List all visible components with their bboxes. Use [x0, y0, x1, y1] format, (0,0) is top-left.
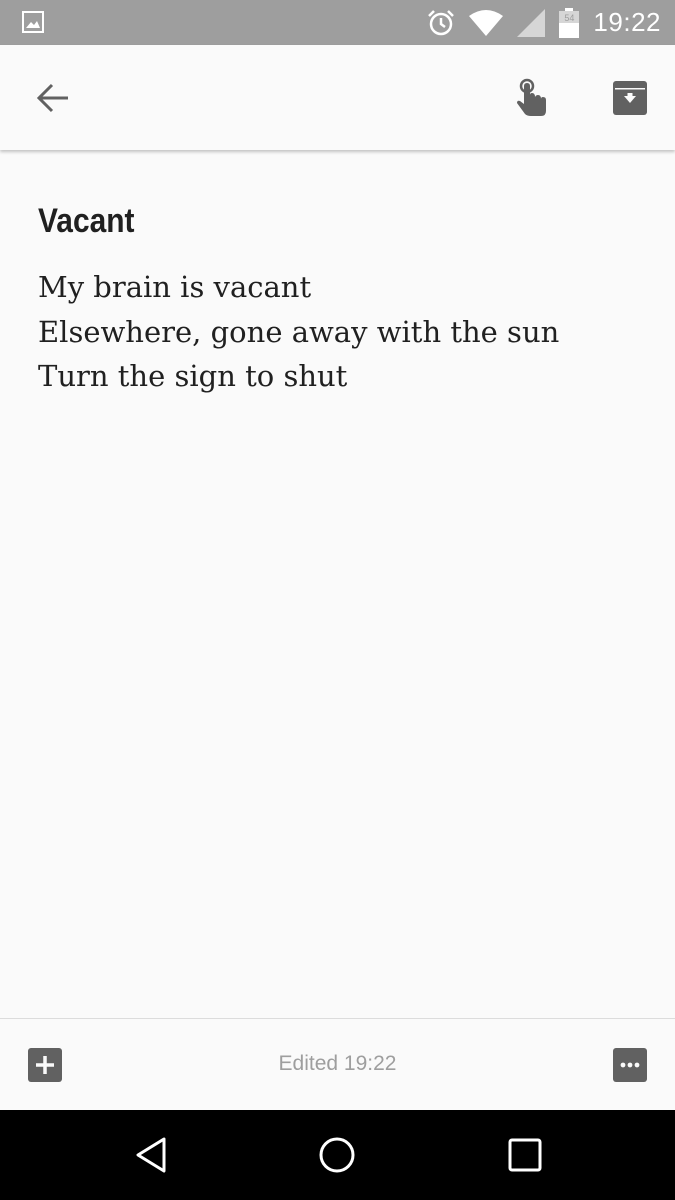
status-bar: 54 19:22: [0, 0, 675, 45]
archive-icon: [613, 81, 647, 115]
app-bar: [0, 45, 675, 150]
more-options-icon: [613, 1048, 647, 1082]
nav-recents-button[interactable]: [500, 1132, 550, 1178]
back-arrow-icon: [36, 83, 68, 113]
bottom-bar: Edited 19:22: [0, 1018, 675, 1111]
note-line: Turn the sign to shut: [38, 359, 348, 393]
status-time: 19:22: [593, 7, 661, 37]
nav-back-icon: [136, 1137, 166, 1173]
signal-icon: [517, 8, 546, 37]
nav-home-icon: [319, 1137, 355, 1173]
note-line: My brain is vacant: [38, 270, 312, 304]
archive-button[interactable]: [605, 75, 655, 121]
note-title[interactable]: Vacant: [38, 195, 566, 247]
nav-back-button[interactable]: [126, 1132, 176, 1178]
nav-home-button[interactable]: [312, 1132, 362, 1178]
image-notification-icon: [22, 11, 44, 33]
reminder-icon: [517, 78, 546, 116]
more-options-button[interactable]: [612, 1047, 648, 1083]
back-button[interactable]: [28, 75, 78, 121]
edited-timestamp: Edited 19:22: [278, 1052, 397, 1075]
navigation-bar: [0, 1110, 675, 1200]
reminder-button[interactable]: [503, 73, 559, 123]
note-line: Elsewhere, gone away with the sun: [38, 314, 560, 349]
alarm-icon: [428, 9, 455, 35]
note-editor[interactable]: Vacant My brain is vacant Elsewhere, gon…: [38, 195, 638, 399]
nav-recents-icon: [508, 1138, 542, 1172]
wifi-icon: [469, 9, 504, 36]
battery-level: 54: [564, 12, 575, 23]
note-body[interactable]: My brain is vacant Elsewhere, gone away …: [38, 265, 638, 399]
battery-icon: 54: [559, 7, 580, 38]
